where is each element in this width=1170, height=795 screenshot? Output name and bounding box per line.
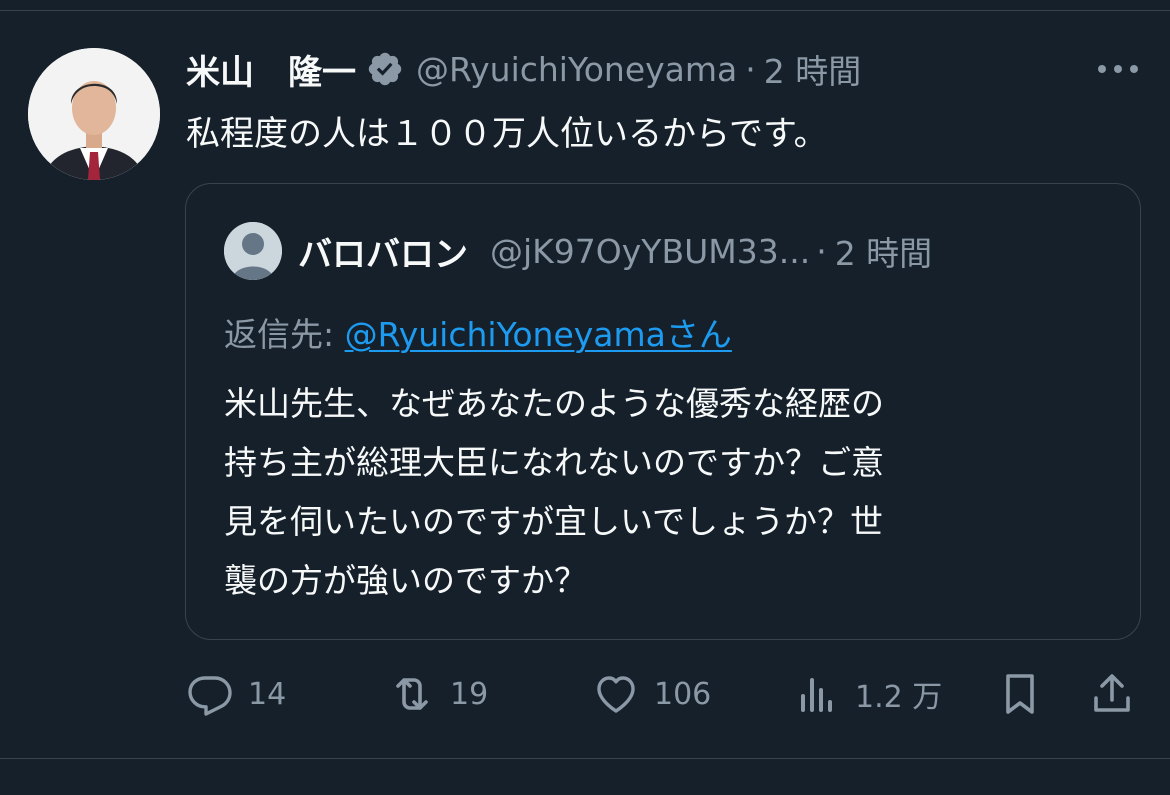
bottom-divider [0,758,1170,759]
author-avatar[interactable] [28,48,160,180]
bookmark-button[interactable] [996,664,1044,724]
retweet-count: 19 [450,676,489,712]
reply-label: 返信先: [224,315,345,354]
quoted-header: バロバロン @jK97OyYBUM33... · 2 時間 [298,227,933,276]
quoted-author-handle[interactable]: @jK97OyYBUM33... [490,232,810,271]
quoted-text-line: 襲の方が強いのですか？ [224,561,587,600]
tweet-time[interactable]: 2 時間 [764,45,862,93]
action-bar: 14 19 106 1.2 万 [0,664,1170,724]
top-divider [0,10,1170,11]
tweet-text: 私程度の人は１００万人位いるからです。 [186,114,828,154]
verified-badge-icon [368,52,402,86]
author-handle[interactable]: @RyuichiYoneyama [416,50,737,89]
like-count: 106 [654,676,712,712]
like-button[interactable]: 106 [592,664,711,724]
reply-button[interactable]: 14 [186,664,286,724]
quoted-text: 米山先生、なぜあなたのような優秀な経歴の 持ち主が総理大臣になれないのですか？ご… [224,374,1084,610]
quoted-author-name[interactable]: バロバロン [298,227,468,276]
separator-dot: · [816,231,827,271]
quoted-tweet[interactable]: バロバロン @jK97OyYBUM33... · 2 時間 返信先: @Ryui… [185,183,1141,640]
views-icon [801,678,832,712]
like-icon [597,676,635,713]
tweet-header: 米山 隆一 @RyuichiYoneyama · 2 時間 [186,45,862,94]
reply-icon [188,676,232,716]
separator-dot: · [745,49,756,89]
retweet-icon [396,678,428,710]
quoted-time[interactable]: 2 時間 [835,227,933,275]
retweet-button[interactable]: 19 [388,664,488,724]
quoted-author-avatar[interactable] [224,222,282,280]
reply-count: 14 [248,676,287,712]
quoted-text-line: 米山先生、なぜあなたのような優秀な経歴の [224,384,884,423]
reply-context: 返信先: @RyuichiYoneyamaさん [224,308,732,356]
quoted-text-line: 持ち主が総理大臣になれないのですか？ご意 [224,443,884,482]
quoted-text-line: 見を伺いたいのですが宜しいでしょうか？世 [224,502,884,541]
views-count: 1.2 万 [855,680,943,715]
more-icon[interactable] [1094,54,1142,84]
views-button[interactable]: 1.2 万 [793,664,942,724]
author-name[interactable]: 米山 隆一 [186,45,356,94]
share-icon [1094,674,1130,712]
bookmark-icon [1006,674,1034,714]
share-button[interactable] [1088,664,1136,724]
reply-to-link[interactable]: @RyuichiYoneyamaさん [345,315,732,354]
